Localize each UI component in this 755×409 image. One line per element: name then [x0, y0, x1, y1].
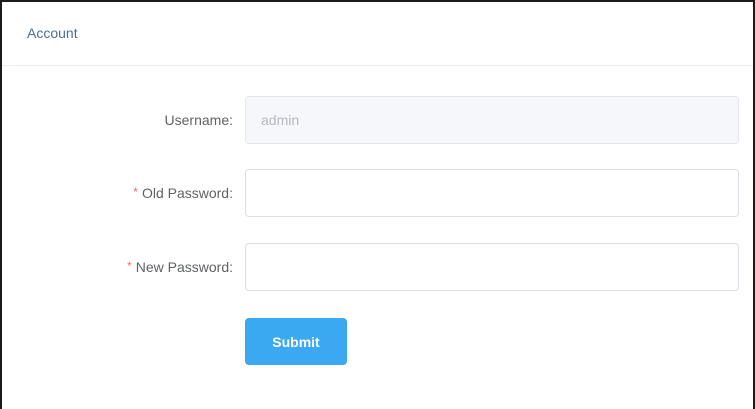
new-password-label: * New Password: [127, 243, 233, 291]
old-password-label-text: Old Password: [141, 185, 233, 201]
old-password-field[interactable] [245, 169, 739, 217]
new-password-row: * New Password: [2, 243, 753, 291]
new-password-field[interactable] [245, 243, 739, 291]
old-password-label: * Old Password: [133, 169, 233, 217]
panel-header: Account [2, 2, 753, 66]
required-marker: * [133, 185, 138, 199]
account-panel: Account Username: *Old Password: *New Pa… [0, 0, 755, 409]
username-label: Username: [164, 112, 233, 128]
submit-button[interactable]: Submit [245, 318, 347, 365]
username-row: Username: [2, 96, 753, 144]
new-password-label-text: New Password: [135, 259, 233, 275]
old-password-row: * Old Password: [2, 169, 753, 217]
username-field [245, 96, 739, 144]
required-marker: * [127, 259, 132, 273]
panel-title: Account [27, 25, 78, 41]
